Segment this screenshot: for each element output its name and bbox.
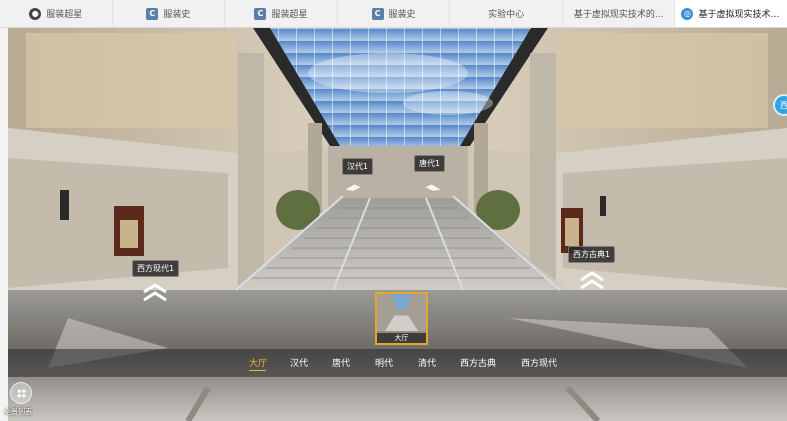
chevron-up-icon[interactable]: [141, 282, 169, 304]
scene-tab-qing[interactable]: 清代: [418, 356, 436, 369]
chevron-up-icon[interactable]: [578, 270, 606, 292]
scene-tab-han[interactable]: 汉代: [290, 356, 308, 369]
scene-tab-tang[interactable]: 唐代: [332, 356, 350, 369]
hotspot-tang[interactable]: 唐代1: [414, 155, 446, 172]
tab-label: 实验中心: [488, 10, 525, 20]
thumbnail-label: 大厅: [377, 333, 426, 343]
hotspot-west-classic[interactable]: 西方古典1: [568, 246, 616, 263]
nav-arrow-han-icon[interactable]: [338, 182, 368, 196]
browser-tab[interactable]: 基于虚拟现实技术的...: [563, 0, 676, 27]
active-tab-underline: [249, 370, 266, 371]
scene-tab-west-classic[interactable]: 西方古典: [460, 356, 496, 369]
grid-icon: [17, 389, 25, 397]
panorama-list-button[interactable]: [10, 382, 32, 404]
browser-tab[interactable]: 实验中心: [450, 0, 563, 27]
hotspot-han[interactable]: 汉代1: [342, 158, 374, 175]
circle-logo-icon: ●: [29, 7, 42, 20]
tab-label: 服装超星: [271, 10, 308, 20]
scene-tab-ming[interactable]: 明代: [375, 356, 393, 369]
tab-label: 基于虚拟现实技术的...: [573, 10, 664, 20]
panorama-viewer[interactable]: 汉代1 唐代1 西方现代1 西方古典1 西 大厅 大厅 汉代 唐代 明代 清代 …: [8, 28, 787, 421]
tab-label: 服装史: [388, 10, 416, 20]
side-button-label: 西: [780, 100, 787, 110]
browser-tab[interactable]: C 服装史: [113, 0, 226, 27]
browser-tab-active[interactable]: ◎ 基于虚拟现实技术的...: [675, 0, 787, 27]
c-logo-icon: C: [146, 7, 159, 20]
globe-icon: ◎: [681, 7, 694, 20]
panorama-list-label: 全景列表: [4, 408, 32, 416]
c-logo-icon: C: [254, 7, 267, 20]
browser-tab[interactable]: C 服装史: [338, 0, 451, 27]
scene-tab-west-modern[interactable]: 西方现代: [521, 356, 557, 369]
scene-nav-bar: 大厅 汉代 唐代 明代 清代 西方古典 西方现代: [8, 349, 787, 377]
browser-tab[interactable]: ● 服装超星: [0, 0, 113, 27]
tab-label: 服装史: [163, 10, 191, 20]
hotspot-west-modern[interactable]: 西方现代1: [132, 260, 180, 277]
c-logo-icon: C: [371, 7, 384, 20]
scene-tab-hall[interactable]: 大厅: [249, 356, 267, 369]
browser-tab-bar: ● 服装超星 C 服装史 C 服装超星 C 服装史 实验中心 基于虚拟现实技术的…: [0, 0, 787, 28]
tab-label: 基于虚拟现实技术的...: [698, 10, 782, 20]
nav-arrow-tang-icon[interactable]: [418, 182, 448, 196]
tab-label: 服装超星: [46, 10, 83, 20]
browser-tab[interactable]: C 服装超星: [225, 0, 338, 27]
scene-thumbnail[interactable]: 大厅: [375, 292, 428, 345]
